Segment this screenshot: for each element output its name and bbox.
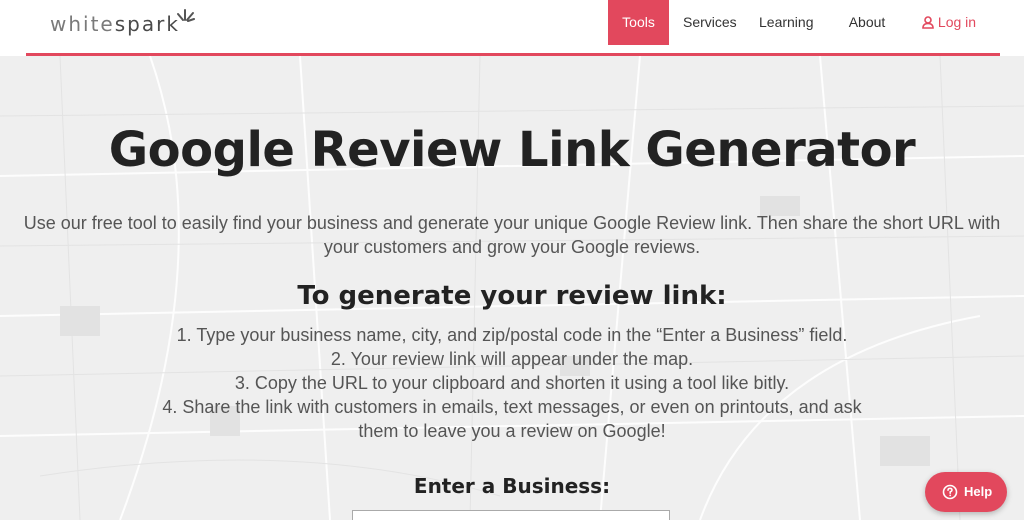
instruction-step: 2. Your review link will appear under th… (330, 349, 694, 369)
login-label: Log in (937, 14, 977, 30)
hero-section: Google Review Link Generator Use our fre… (0, 56, 1024, 520)
page-title: Google Review Link Generator (108, 122, 916, 178)
instructions-heading: To generate your review link: (297, 281, 727, 311)
logo-text-spark: spark (114, 12, 180, 36)
nav-login[interactable]: Log in (921, 0, 977, 45)
spark-rays-icon (177, 9, 195, 22)
nav-tools[interactable]: Tools (608, 0, 669, 45)
logo-text-white: white (50, 12, 115, 36)
instruction-step: 4. Share the link with customers in emai… (162, 397, 862, 441)
instruction-step: 3. Copy the URL to your clipboard and sh… (234, 373, 790, 393)
nav-about-us[interactable]: About Us (839, 0, 895, 75)
site-header: whitespark Tools Services Learning About… (0, 0, 1024, 75)
instructions-list: 1. Type your business name, city, and zi… (150, 323, 874, 443)
intro-text: Use our free tool to easily find your bu… (23, 213, 1001, 257)
whitespark-logo[interactable]: whitespark (50, 9, 195, 42)
user-icon (922, 16, 934, 29)
nav-services[interactable]: Services (683, 0, 737, 45)
instruction-step: 1. Type your business name, city, and zi… (176, 325, 848, 345)
business-search-input[interactable] (352, 510, 670, 520)
help-icon (942, 484, 958, 500)
help-label: Help (964, 484, 993, 499)
help-button[interactable]: Help (925, 472, 1007, 512)
enter-business-label: Enter a Business: (413, 474, 611, 498)
nav-learning[interactable]: Learning (759, 0, 814, 45)
